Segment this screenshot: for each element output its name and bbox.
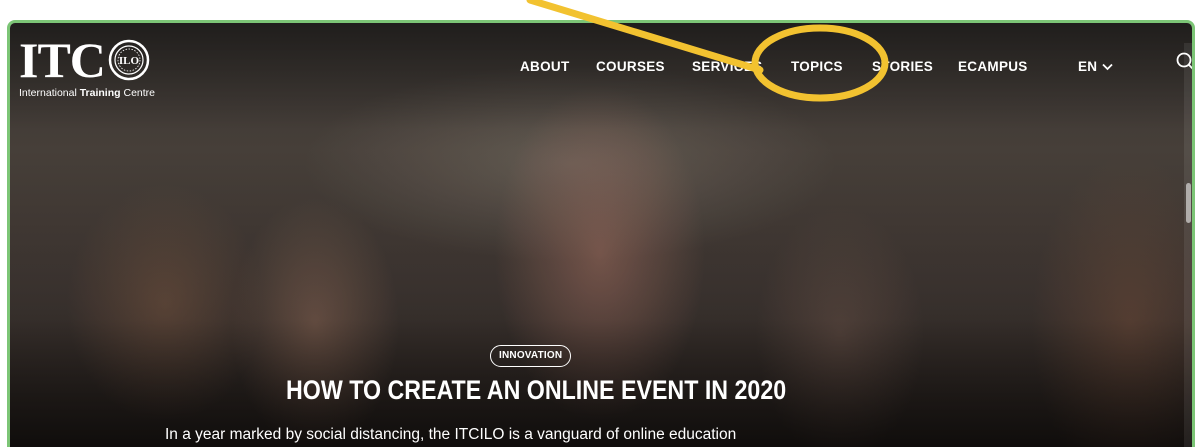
logo-text: ITC [19, 32, 106, 88]
nav-item-ecampus[interactable]: ECAMPUS [958, 59, 1028, 74]
language-label: EN [1078, 59, 1098, 74]
seal-text: ILO [119, 55, 140, 67]
nav-item-services[interactable]: SERVICES [692, 59, 762, 74]
nav-item-about[interactable]: ABOUT [520, 59, 570, 74]
category-tag[interactable]: INNOVATION [490, 345, 572, 367]
logo-subtitle: International Training Centre [19, 87, 189, 99]
browser-frame: ITC ILO International Training Centre AB… [0, 0, 1201, 447]
scrollbar-thumb[interactable] [1186, 183, 1191, 223]
nav-item-topics[interactable]: TOPICS [791, 59, 843, 74]
nav-item-courses[interactable]: COURSES [596, 59, 665, 74]
hero-headline[interactable]: HOW TO CREATE AN ONLINE EVENT IN 2020 [286, 375, 786, 405]
ilo-seal-icon: ILO [108, 39, 150, 81]
chevron-down-icon [1102, 63, 1113, 70]
language-selector[interactable]: EN [1078, 59, 1113, 74]
nav-item-stories[interactable]: STORIES [872, 59, 933, 74]
logo-mark: ITC ILO [19, 35, 189, 85]
logo-subtitle-bold: Training [79, 87, 121, 99]
hero-subtitle: In a year marked by social distancing, t… [165, 426, 737, 443]
page-viewport: ITC ILO International Training Centre AB… [7, 20, 1195, 447]
itc-logo[interactable]: ITC ILO International Training Centre [19, 35, 189, 105]
logo-subtitle-plain: International [19, 87, 80, 99]
scrollbar-track[interactable] [1184, 43, 1192, 447]
logo-subtitle-end: Centre [120, 87, 155, 99]
